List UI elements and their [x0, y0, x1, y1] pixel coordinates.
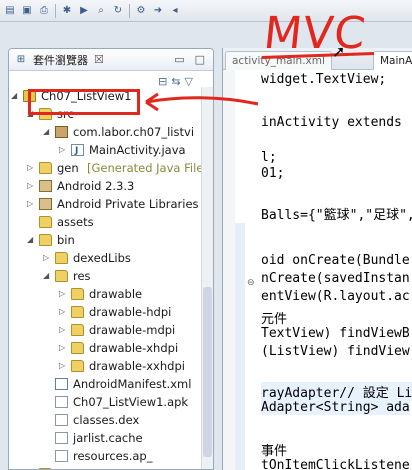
annotation-arrow: [145, 92, 259, 112]
mouse-cursor-icon: ➚: [332, 42, 346, 61]
annotation-mvc-text: MVC: [261, 8, 369, 59]
